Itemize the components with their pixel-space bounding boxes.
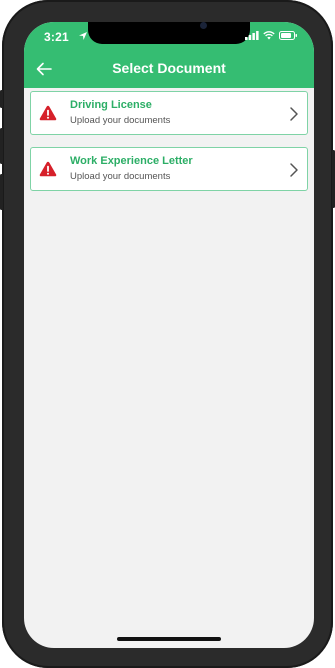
signal-icon [245,31,259,40]
notch [88,22,250,44]
battery-icon [279,31,297,40]
warning-triangle-icon [39,105,57,121]
page-title: Select Document [112,60,226,76]
chevron-right-icon [290,107,298,121]
document-title: Work Experience Letter [70,155,193,167]
document-title: Driving License [70,99,152,111]
warning-triangle-icon [39,161,57,177]
wifi-icon [263,31,275,40]
side-button-volume-down [0,174,3,210]
phone-frame: 3:21 Select Document Driving License Upl… [0,0,335,668]
side-button-volume-up [0,128,3,164]
camera-icon [200,22,207,29]
status-icons [245,31,298,40]
status-time: 3:21 [44,30,69,44]
document-subtitle: Upload your documents [70,171,171,182]
document-item-driving-license[interactable]: Driving License Upload your documents [30,91,308,135]
side-button-mute [0,90,3,108]
home-indicator[interactable] [117,637,221,641]
app-header: 3:21 Select Document [24,22,314,88]
chevron-right-icon [290,163,298,177]
document-list: Driving License Upload your documents Wo… [30,91,308,203]
location-arrow-icon [79,32,87,40]
title-row: Select Document [24,58,314,80]
app-screen: 3:21 Select Document Driving License Upl… [24,22,314,648]
document-subtitle: Upload your documents [70,115,171,126]
document-item-work-experience-letter[interactable]: Work Experience Letter Upload your docum… [30,147,308,191]
